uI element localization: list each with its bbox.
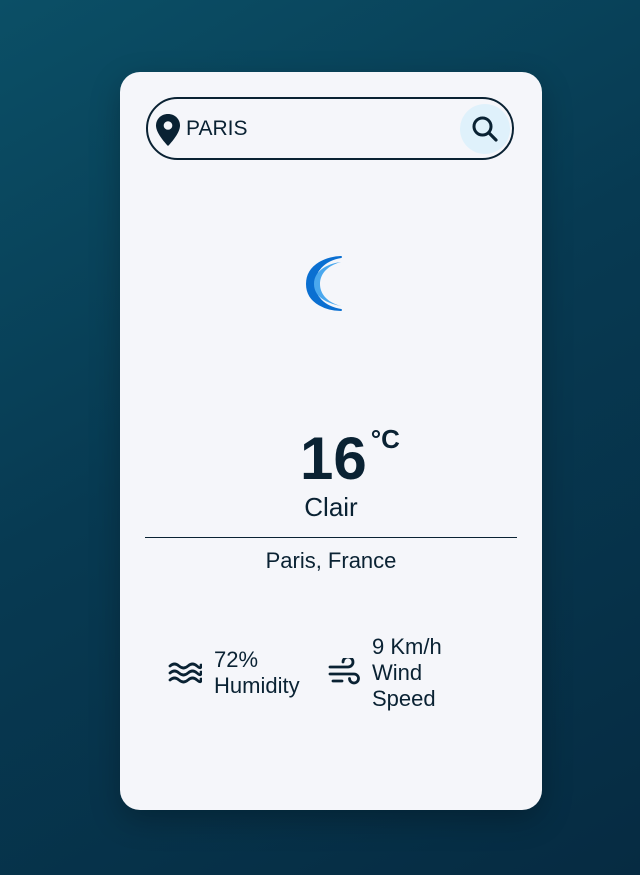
wind-stat: 9 Km/h Wind Speed [372,634,442,712]
wind-icon [328,655,362,688]
humidity-value: 72% [214,647,259,672]
search-bar [146,97,514,160]
divider [145,537,517,538]
search-button[interactable] [460,104,510,154]
temperature-display: 16 °C [120,424,542,494]
waves-icon [168,659,203,689]
wind-label-line2: Speed [372,686,436,711]
search-input[interactable] [186,113,446,145]
humidity-label: Humidity [214,673,300,698]
wind-value: 9 Km/h [372,634,442,659]
temperature-unit: °C [370,424,400,454]
location-label: Paris, France [265,548,397,573]
crescent-moon-icon [301,254,353,312]
weather-condition: Clair [304,492,358,522]
location-pin-icon [155,113,181,147]
search-icon [470,114,500,144]
humidity-stat: 72% Humidity [214,647,300,699]
temperature-value: 16 [300,425,367,492]
weather-card: 16°C Clair Paris, France 72% Humidity 9 … [120,72,542,810]
wind-label-line1: Wind [372,660,423,685]
